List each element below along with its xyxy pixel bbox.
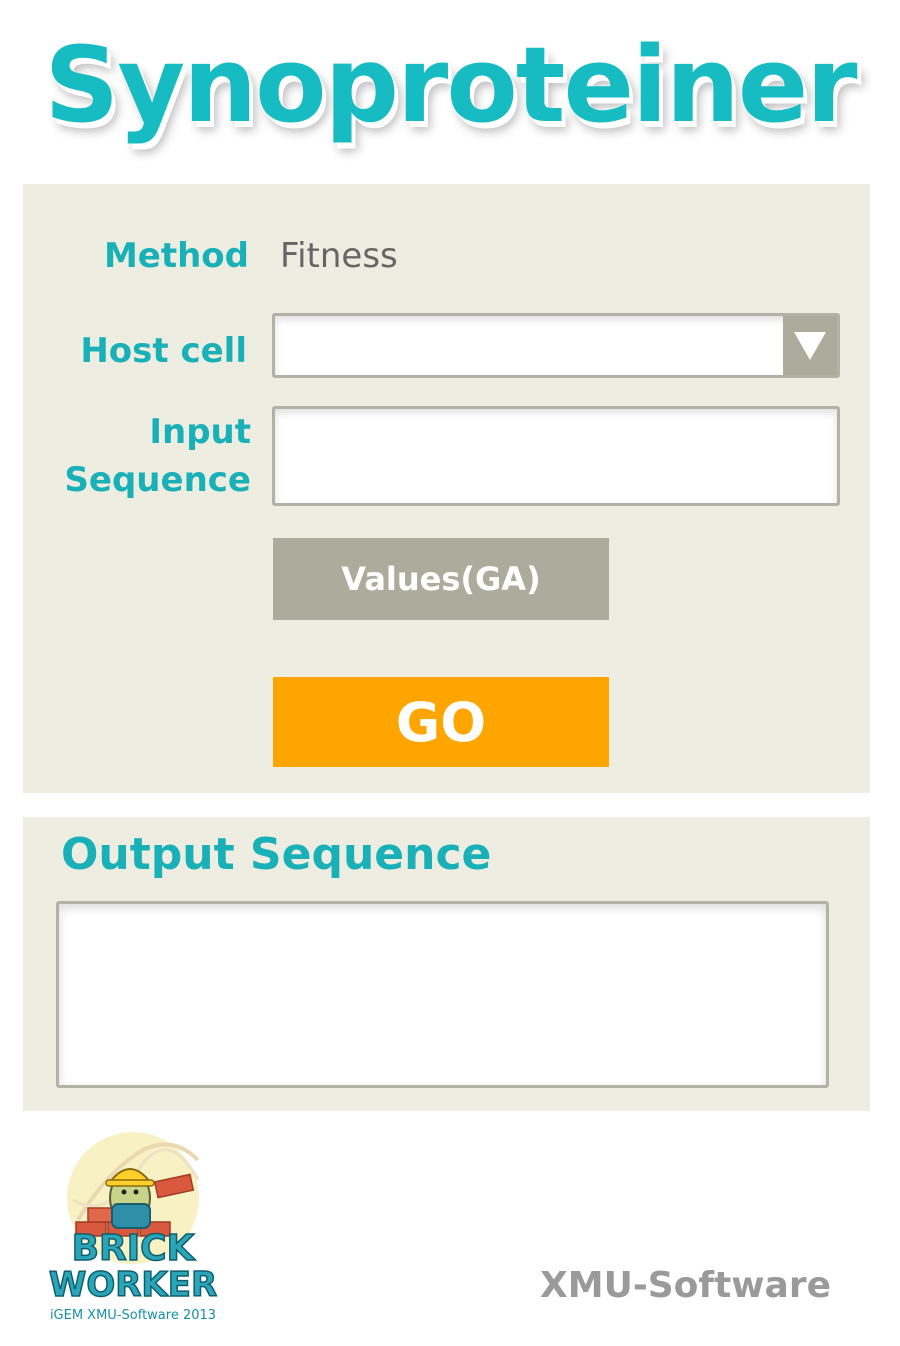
output-sequence-box[interactable]: [56, 901, 829, 1088]
settings-panel: Method Fitness Host cell Input Sequence …: [23, 184, 870, 793]
logo-text-line2: WORKER: [49, 1265, 217, 1305]
app-page: Synoproteiner Method Fitness Host cell I…: [0, 0, 900, 1346]
host-cell-select[interactable]: [272, 313, 840, 378]
brick-worker-logo: BRICK WORKER iGEM XMU-Software 2013: [48, 1130, 218, 1330]
input-sequence-field[interactable]: [272, 406, 840, 506]
logo-caption: iGEM XMU-Software 2013: [49, 1308, 217, 1323]
app-title: Synoproteiner: [44, 24, 857, 146]
method-value: Fitness: [280, 236, 398, 276]
values-ga-button[interactable]: Values(GA): [273, 538, 609, 620]
method-label: Method: [103, 236, 249, 276]
go-button[interactable]: GO: [273, 677, 609, 767]
output-panel: Output Sequence: [23, 817, 870, 1111]
input-sequence-label-line1: Input: [149, 412, 251, 452]
host-cell-label: Host cell: [80, 331, 247, 371]
input-sequence-label-line2: Sequence: [64, 460, 251, 500]
footer-brand: XMU-Software: [540, 1265, 832, 1306]
input-sequence-label: Input Sequence: [23, 408, 251, 504]
dropdown-button[interactable]: [783, 316, 837, 375]
logo-text-line1: BRICK: [72, 1228, 196, 1269]
chevron-down-icon: [794, 331, 826, 360]
brick-worker-logo-graphic: BRICK WORKER: [48, 1132, 218, 1306]
output-sequence-title: Output Sequence: [61, 829, 492, 880]
